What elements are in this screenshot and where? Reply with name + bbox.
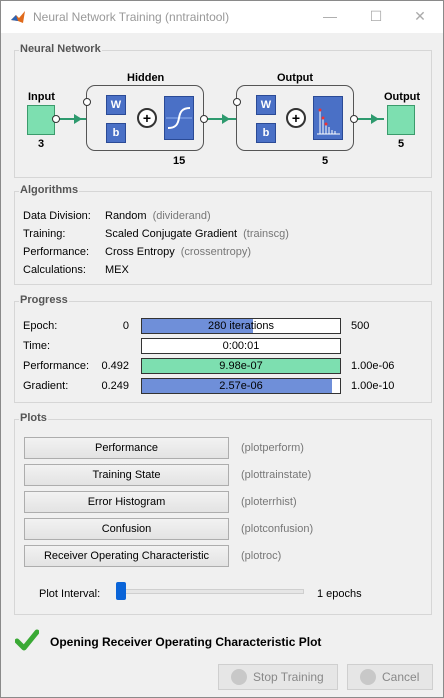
algorithm-value: Scaled Conjugate Gradient [105,228,238,240]
plot-function: (plotroc) [241,550,282,562]
plot-button[interactable]: Performance [24,437,229,459]
progress-end-value: 1.00e-10 [351,380,395,392]
stop-icon [231,669,247,685]
output-label: Output [384,91,421,103]
output-weight-block: W [256,95,276,115]
close-button[interactable]: ✕ [397,1,443,31]
tansig-transfer-icon [164,96,194,140]
progress-label: Performance: [23,360,90,372]
algorithm-value: MEX [105,264,129,276]
maximize-button[interactable]: ☐ [353,1,399,31]
progress-bar-text: 9.98e-07 [219,360,263,372]
plot-button[interactable]: Confusion [24,518,229,540]
progress-end-value: 1.00e-06 [351,360,395,372]
progress-title: Progress [19,294,69,306]
window-title: Neural Network Training (nntraintool) [33,10,230,24]
input-node [27,105,55,135]
algorithm-label: Calculations: [23,264,86,276]
algorithm-value: Cross Entropy [105,246,175,258]
plot-interval-slider-thumb[interactable] [116,582,126,600]
checkmark-icon [15,629,39,651]
status-message: Opening Receiver Operating Characteristi… [50,635,322,649]
output-bias-label: b [262,127,270,139]
network-diagram [56,101,384,137]
plot-button[interactable]: Error Histogram [24,491,229,513]
connector-dot [233,98,241,106]
hidden-weight-block: W [106,95,126,115]
progress-bar-text: 2.57e-06 [219,380,263,392]
hidden-size: 15 [173,155,186,167]
output-sum-node: + [286,108,306,128]
nntraintool-window: Neural Network Training (nntraintool) — … [0,0,444,698]
output-size: 5 [398,138,405,150]
progress-start-value: 0.492 [101,360,129,372]
connector-dot [350,115,358,123]
connector-dot [52,115,60,123]
algorithm-label: Performance: [23,246,90,258]
output-node [387,105,415,135]
input-label: Input [28,91,55,103]
stop-training-label: Stop Training [253,670,324,684]
plot-interval-slider[interactable] [116,589,304,594]
algorithm-label: Data Division: [23,210,91,222]
cancel-label: Cancel [382,670,420,684]
algorithm-function: (dividerand) [152,210,211,222]
output-sum-label: + [291,110,301,126]
plot-function: (ploterrhist) [241,496,297,508]
hidden-sum-label: + [142,110,152,126]
plot-function: (plottrainstate) [241,469,312,481]
progress-start-value: 0.249 [101,380,129,392]
progress-start-value: 0 [122,320,129,332]
progress-bar-text: 0:00:01 [222,340,260,352]
cancel-button[interactable]: Cancel [347,664,433,690]
progress-bar: 9.98e-07 [141,358,341,374]
algorithm-label: Training: [23,228,66,240]
connector-dot [83,98,91,106]
progress-label: Time: [23,340,51,352]
plot-interval-value: 1 epochs [317,588,362,600]
softmax-transfer-icon [313,96,343,140]
plots-title: Plots [19,412,48,424]
stop-training-button[interactable]: Stop Training [218,664,338,690]
plot-function: (plotconfusion) [241,523,314,535]
plot-button[interactable]: Training State [24,464,229,486]
title-bar: Neural Network Training (nntraintool) — … [1,1,443,33]
algorithms-title: Algorithms [19,184,80,196]
plot-interval-label: Plot Interval: [39,588,101,600]
output-weight-label: W [260,99,272,111]
hidden-bias-label: b [112,127,120,139]
output-layer-label: Output [277,72,314,84]
progress-end-value: 500 [351,320,370,332]
plot-button[interactable]: Receiver Operating Characteristic [24,545,229,567]
algorithm-value: Random [105,210,147,222]
progress-bar: 2.57e-06 [141,378,341,394]
cancel-icon [360,669,376,685]
output-bias-block: b [256,123,276,143]
minimize-button[interactable]: — [307,1,353,31]
connector-dot [200,115,208,123]
algorithm-function: (trainscg) [243,228,289,240]
progress-label: Gradient: [23,380,69,392]
hidden-layer-label: Hidden [127,72,165,84]
hidden-weight-label: W [110,99,122,111]
matlab-icon [11,11,25,23]
hidden-bias-block: b [106,123,126,143]
progress-label: Epoch: [23,320,58,332]
input-size: 3 [38,138,45,150]
plot-function: (plotperform) [241,442,304,454]
algorithm-function: (crossentropy) [180,246,251,258]
output-layer-size: 5 [322,155,329,167]
hidden-sum-node: + [137,108,157,128]
progress-bar: 280 iterations [141,318,341,334]
progress-bar: 0:00:01 [141,338,341,354]
progress-bar-text: 280 iterations [207,320,275,332]
